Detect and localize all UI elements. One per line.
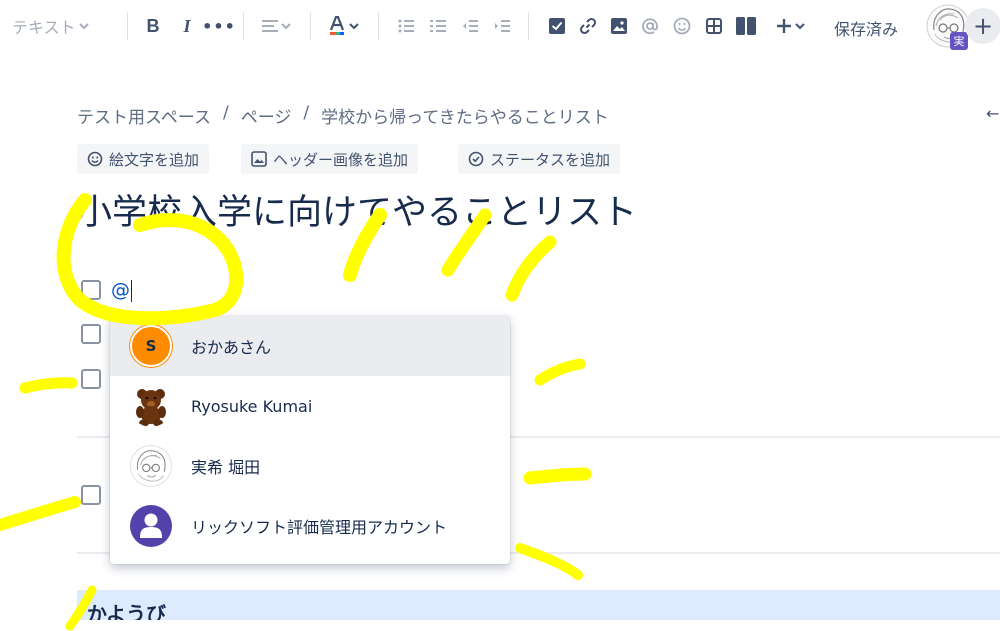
- add-emoji-button[interactable]: 絵文字を追加: [77, 144, 210, 174]
- insert-more-button[interactable]: [770, 10, 810, 42]
- save-status: 保存済み: [834, 20, 899, 39]
- alignment-button[interactable]: [257, 10, 295, 42]
- section-heading-text: かようび: [87, 602, 166, 620]
- mention-option-name: 実希 堀田: [191, 458, 261, 477]
- chevron-down-icon: [78, 23, 89, 30]
- indent-button[interactable]: [490, 10, 514, 42]
- mention-input[interactable]: @: [111, 279, 132, 302]
- mention-option[interactable]: リックソフト評価管理用アカウント: [110, 496, 510, 556]
- mention-option[interactable]: Ryosuke Kumai: [110, 376, 510, 436]
- plus-icon: [776, 19, 791, 33]
- outdent-icon: [463, 20, 478, 32]
- text-style-label: テキスト: [12, 18, 76, 37]
- check-circle-icon: [468, 151, 484, 167]
- italic-button[interactable]: I: [174, 10, 200, 42]
- mention-trigger: @: [111, 279, 130, 301]
- highlighter-stroke: [534, 358, 586, 386]
- indent-icon: [495, 20, 510, 32]
- avatar-letter: S: [145, 337, 157, 355]
- add-status-label: ステータスを追加: [490, 150, 611, 169]
- task-checkbox[interactable]: [81, 369, 101, 389]
- layout-columns-icon: [736, 17, 756, 35]
- toolbar-divider: [310, 12, 311, 40]
- task-checkbox[interactable]: [81, 280, 101, 300]
- more-formatting-button[interactable]: •••: [202, 10, 235, 42]
- toolbar-divider: [378, 12, 379, 40]
- at-sign-icon: [642, 18, 658, 35]
- table-button[interactable]: [702, 10, 726, 42]
- breadcrumb-separator: /: [222, 103, 229, 123]
- image-icon: [611, 18, 627, 34]
- mention-option-name: おかあさん: [191, 338, 272, 357]
- action-item-button[interactable]: [545, 10, 569, 42]
- chevron-down-icon: [348, 23, 359, 30]
- numbered-list-icon: [430, 20, 446, 32]
- breadcrumb-parent-page[interactable]: 学校から帰ってきたらやることリスト: [321, 103, 609, 128]
- mention-option[interactable]: S おかあさん: [110, 316, 510, 376]
- text-color-icon: [329, 16, 344, 35]
- page-title[interactable]: 小学校入学に向けてやることリスト: [77, 184, 637, 235]
- checkbox-icon: [549, 18, 565, 34]
- emoji-icon: [673, 17, 691, 35]
- task-checkbox[interactable]: [81, 324, 101, 344]
- highlighter-stroke: [0, 496, 81, 531]
- numbered-list-button[interactable]: [426, 10, 450, 42]
- add-header-image-label: ヘッダー画像を追加: [273, 150, 409, 169]
- text-caret: [131, 279, 132, 302]
- table-icon: [706, 18, 722, 34]
- link-icon: [579, 17, 597, 35]
- link-button[interactable]: [576, 10, 600, 42]
- invite-button[interactable]: +: [965, 8, 1000, 44]
- teddy-bear-icon: [136, 389, 166, 427]
- highlighter-stroke: [505, 235, 557, 302]
- add-status-button[interactable]: ステータスを追加: [458, 144, 621, 174]
- task-checkbox[interactable]: [81, 485, 101, 505]
- add-header-image-button[interactable]: ヘッダー画像を追加: [241, 144, 419, 174]
- user-avatar[interactable]: 実: [926, 4, 970, 50]
- mention-option-name: リックソフト評価管理用アカウント: [191, 518, 448, 537]
- avatar: S: [130, 325, 172, 367]
- chevron-down-icon: [794, 23, 805, 30]
- highlighter-stroke: [19, 377, 78, 394]
- image-icon: [251, 151, 267, 167]
- bold-button[interactable]: B: [140, 10, 166, 42]
- breadcrumb-pages[interactable]: ページ: [241, 103, 292, 128]
- toolbar-divider: [127, 12, 128, 40]
- toolbar-divider: [243, 12, 244, 40]
- text-style-dropdown[interactable]: テキスト: [12, 10, 96, 42]
- emoji-icon: [87, 151, 103, 167]
- mention-dropdown: S おかあさん Ryosuke Kumai 実希 堀田 リックソフト評価管理用ア…: [110, 316, 510, 564]
- breadcrumb-space[interactable]: テスト用スペース: [77, 103, 211, 128]
- mention-button[interactable]: [638, 10, 662, 42]
- breadcrumb: テスト用スペース / ページ / 学校から帰ってきたらやることリスト: [77, 103, 609, 128]
- outdent-button[interactable]: [458, 10, 482, 42]
- collapse-arrow-icon[interactable]: ←: [986, 104, 999, 123]
- chevron-down-icon: [280, 23, 291, 30]
- mention-option[interactable]: 実希 堀田: [110, 436, 510, 496]
- section-heading[interactable]: かようび: [77, 590, 1000, 620]
- image-button[interactable]: [607, 10, 631, 42]
- avatar-badge: 実: [950, 32, 968, 50]
- bullet-list-icon: [398, 19, 414, 33]
- sketch-portrait-icon: [136, 450, 166, 482]
- mention-option-name: Ryosuke Kumai: [191, 396, 313, 416]
- breadcrumb-separator: /: [303, 103, 310, 123]
- editor-toolbar: テキスト B I ••• 保存済み 実 +: [0, 0, 1000, 54]
- layout-button[interactable]: [733, 10, 759, 42]
- avatar: [130, 505, 172, 547]
- emoji-button[interactable]: [670, 10, 694, 42]
- text-color-button[interactable]: [324, 10, 362, 42]
- toolbar-divider: [528, 12, 529, 40]
- bullet-list-button[interactable]: [394, 10, 418, 42]
- add-emoji-label: 絵文字を追加: [109, 150, 200, 169]
- avatar: [130, 385, 172, 427]
- avatar: [130, 445, 172, 487]
- default-user-icon: [140, 513, 162, 538]
- highlighter-stroke: [523, 467, 592, 485]
- align-left-icon: [261, 20, 278, 32]
